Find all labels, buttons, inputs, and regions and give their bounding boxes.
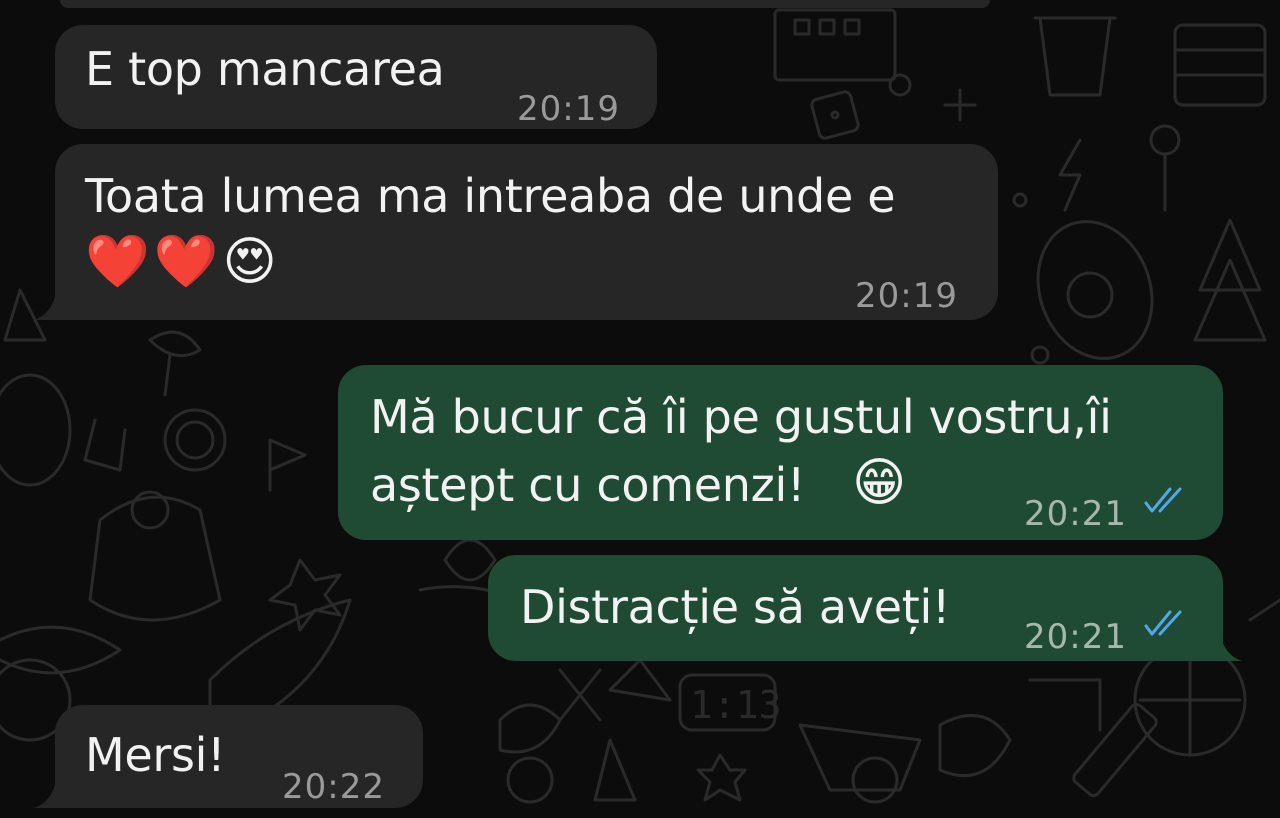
incoming-message[interactable]: Mersi! 20:22: [55, 705, 423, 808]
message-text: Distracție să aveți!: [520, 580, 951, 634]
incoming-message[interactable]: Toata lumea ma intreaba de unde e ❤️❤️😍 …: [55, 144, 998, 320]
message-text: E top mancarea: [85, 42, 445, 96]
read-double-check-icon: [1144, 487, 1182, 513]
bubble-tail: [34, 292, 64, 320]
message-time: 20:21: [1024, 494, 1127, 534]
message-emojis: ❤️❤️😍: [85, 232, 281, 292]
incoming-message[interactable]: E top mancarea 20:19: [55, 25, 657, 129]
outgoing-message[interactable]: Distracție să aveți! 20:21: [488, 555, 1223, 661]
message-text-line-1: Mă bucur că îi pe gustul vostru,îi: [370, 390, 1112, 444]
chat-view[interactable]: 1:13 E top mancarea 20:19 Toata lumea ma…: [0, 0, 1280, 818]
message-text: Toata lumea ma intreaba de unde e: [85, 169, 896, 223]
outgoing-message[interactable]: Mă bucur că îi pe gustul vostru,îi aștep…: [338, 365, 1223, 540]
read-double-check-icon: [1144, 610, 1182, 636]
message-text: Mersi!: [85, 728, 226, 782]
bubble-tail: [34, 780, 64, 808]
grinning-face-emoji: 😁: [852, 453, 906, 513]
message-time: 20:19: [517, 89, 620, 129]
bubble-tail: [1212, 633, 1242, 661]
previous-message-edge: [60, 0, 990, 8]
message-text-line-2: aștept cu comenzi!: [370, 458, 806, 512]
message-time: 20:19: [855, 276, 958, 316]
svg-text:1:13: 1:13: [690, 683, 782, 727]
message-time: 20:22: [282, 767, 385, 807]
message-time: 20:21: [1024, 617, 1127, 657]
